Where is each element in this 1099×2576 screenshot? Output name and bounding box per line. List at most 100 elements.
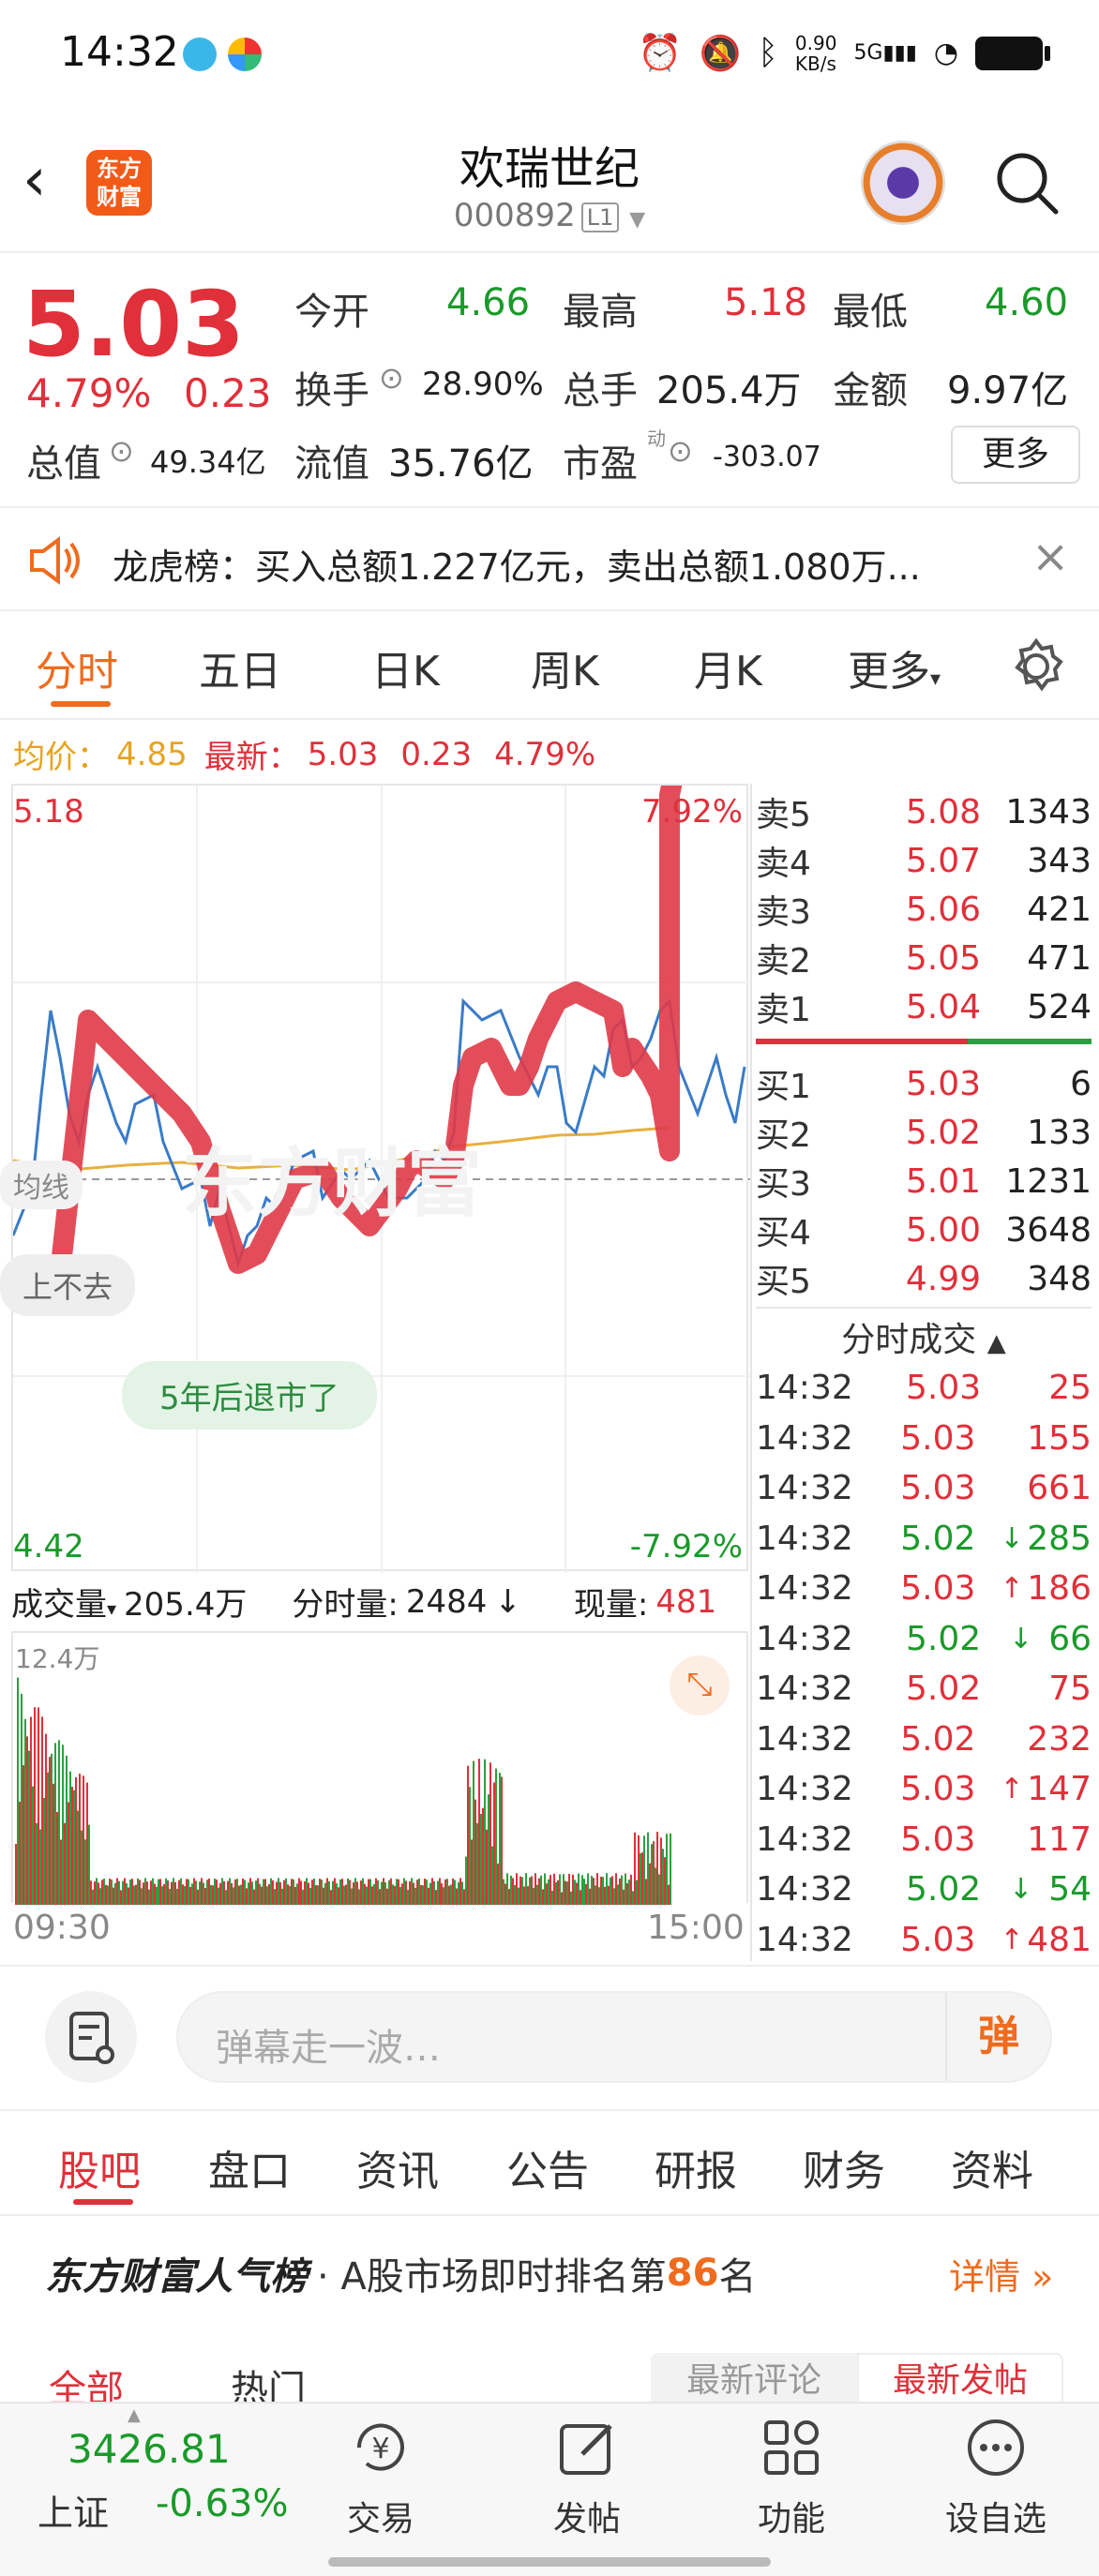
volume-bar xyxy=(203,1882,204,1905)
danmaku-bubble[interactable]: 5年后退市了 xyxy=(122,1361,377,1430)
tab-weekly-k[interactable]: 周K xyxy=(531,637,599,697)
volume-bar xyxy=(88,1824,90,1905)
volume-bar xyxy=(454,1880,456,1905)
danmaku-send-button[interactable]: 弹 xyxy=(945,1993,1050,2081)
trades-title[interactable]: 分时成交 ▲ xyxy=(756,1312,1091,1361)
trade-price: 5.03 xyxy=(900,1770,976,1808)
gear-icon[interactable] xyxy=(1007,637,1065,696)
amount-label: 金额 xyxy=(833,369,908,412)
volume-bar xyxy=(34,1707,36,1905)
tab-research[interactable]: 研报 xyxy=(655,2137,737,2197)
avatar[interactable] xyxy=(861,141,945,225)
volume-bar xyxy=(64,1822,66,1905)
close-icon[interactable]: × xyxy=(1031,531,1069,583)
volume-bar xyxy=(587,1873,589,1905)
volume-bar xyxy=(336,1883,338,1905)
volume-bar xyxy=(383,1878,384,1905)
nav-post[interactable]: 发帖 xyxy=(521,2415,653,2540)
order-book-row[interactable]: 买2 5.02 133 xyxy=(756,1108,1091,1157)
search-icon[interactable] xyxy=(994,150,1060,216)
tab-news[interactable]: 资讯 xyxy=(356,2137,439,2197)
tab-intraday[interactable]: 分时 xyxy=(36,637,118,697)
divider xyxy=(756,1307,1091,1309)
nav-trade[interactable]: ¥ 交易 xyxy=(315,2415,446,2540)
volume-bar xyxy=(15,1844,17,1905)
ma-tag[interactable]: 均线 xyxy=(0,1161,83,1209)
nav-functions[interactable]: 功能 xyxy=(726,2415,857,2540)
volume-bar xyxy=(429,1882,431,1905)
volume-bar xyxy=(392,1884,394,1905)
tab-market[interactable]: 盘口 xyxy=(208,2137,291,2197)
order-book-row[interactable]: 买1 5.03 6 xyxy=(756,1059,1091,1108)
order-book-row[interactable]: 卖3 5.06 421 xyxy=(756,885,1091,934)
volume-bar xyxy=(403,1878,405,1905)
order-book-row[interactable]: 买4 5.00 3648 xyxy=(756,1206,1091,1254)
tab-daily-k[interactable]: 日K xyxy=(371,637,440,697)
pe-value: -303.07 xyxy=(713,441,821,473)
volume-chart[interactable]: 12.4万 ⤡ xyxy=(11,1631,748,1905)
tab-forum[interactable]: 股吧 xyxy=(58,2137,141,2197)
volume-bar xyxy=(236,1879,238,1905)
divider xyxy=(0,251,1099,253)
volume-header: 成交量▾ 205.4万 分时量: 2484 ↓ 现量: 481 xyxy=(11,1579,748,1625)
order-book-row[interactable]: 卖2 5.05 471 xyxy=(756,934,1091,982)
expand-icon[interactable]: ⤡ xyxy=(670,1655,730,1715)
order-book-row[interactable]: 买3 5.01 1231 xyxy=(756,1157,1091,1206)
intraday-chart[interactable]: 5.18 7.92% 4.42 -7.92% 东方财富 均线 上不去 5年后退市… xyxy=(0,784,750,1573)
tab-5day[interactable]: 五日 xyxy=(199,637,281,697)
volume-selector[interactable]: 成交量▾ xyxy=(11,1579,116,1625)
volume-bar xyxy=(523,1886,525,1905)
popularity-row[interactable]: 东方财富人气榜 · A股市场即时排名第 86 名 xyxy=(45,2246,756,2300)
volume-bar xyxy=(555,1881,557,1905)
volume-bar xyxy=(54,1743,56,1905)
order-book-row[interactable]: 卖1 5.04 524 xyxy=(756,982,1091,1031)
tab-announcement[interactable]: 公告 xyxy=(506,2137,589,2197)
volume-bar xyxy=(146,1881,148,1905)
volume-bar xyxy=(79,1774,81,1905)
index-value[interactable]: 3426.81 xyxy=(68,2426,231,2472)
volume-bar xyxy=(598,1887,600,1905)
index-pct[interactable]: -0.63% xyxy=(156,2482,289,2525)
info-icon[interactable]: ⊙ xyxy=(379,360,404,396)
volume-bar xyxy=(638,1835,640,1905)
volume-bar xyxy=(313,1878,315,1905)
sort-latest-post[interactable]: 最新发帖 xyxy=(857,2353,1063,2409)
volume-bar xyxy=(341,1879,343,1905)
volume-bar xyxy=(465,1856,467,1905)
popularity-brand: 东方财富人气榜 xyxy=(45,2255,308,2299)
index-name[interactable]: 上证 xyxy=(38,2484,109,2536)
tab-profile[interactable]: 资料 xyxy=(951,2137,1033,2197)
ticker-bar[interactable]: 龙虎榜：买入总额1.227亿元，卖出总额1.080万... × xyxy=(0,506,1099,611)
mktcap-label: 总值 xyxy=(26,442,101,486)
volume-bar xyxy=(90,1880,92,1905)
sort-latest-comment[interactable]: 最新评论 xyxy=(651,2353,857,2409)
info-icon[interactable]: ⊙ xyxy=(109,433,134,469)
info-icon[interactable]: ⊙ xyxy=(668,433,693,469)
tab-indicator xyxy=(73,2199,133,2205)
nav-watchlist[interactable]: 设自选 xyxy=(930,2415,1061,2540)
volume-bar xyxy=(615,1873,617,1905)
time-end: 15:00 xyxy=(647,1909,745,1947)
tab-finance[interactable]: 财务 xyxy=(803,2137,885,2197)
caret-up-icon: ▲ xyxy=(128,2405,141,2425)
trade-row: 14:32 5.03 155 xyxy=(756,1414,1091,1463)
tab-more[interactable]: 更多▾ xyxy=(848,637,941,697)
volume-bar xyxy=(399,1887,401,1905)
volume-bar xyxy=(150,1880,152,1905)
order-book-row[interactable]: 买5 4.99 348 xyxy=(756,1254,1091,1303)
tab-monthly-k[interactable]: 月K xyxy=(694,637,762,697)
home-indicator[interactable] xyxy=(328,2557,771,2567)
volume-bar xyxy=(604,1886,606,1905)
danmaku-bubble[interactable]: 上不去 xyxy=(0,1254,136,1316)
avg-value: 4.85 xyxy=(116,735,188,773)
volume-bar xyxy=(471,1839,473,1905)
order-book-row[interactable]: 卖4 5.07 343 xyxy=(756,836,1091,885)
last-value: 5.03 xyxy=(307,735,379,773)
danmaku-input[interactable]: 弹幕走一波… 弹 xyxy=(176,1991,1052,2083)
pe-label: 市盈 xyxy=(563,442,638,486)
nav-label: 交易 xyxy=(346,2500,414,2539)
order-book-row[interactable]: 卖5 5.08 1343 xyxy=(756,787,1091,836)
details-link[interactable]: 详情 » xyxy=(949,2248,1053,2299)
more-button[interactable]: 更多 xyxy=(951,426,1080,484)
comment-list-button[interactable] xyxy=(45,1991,137,2083)
